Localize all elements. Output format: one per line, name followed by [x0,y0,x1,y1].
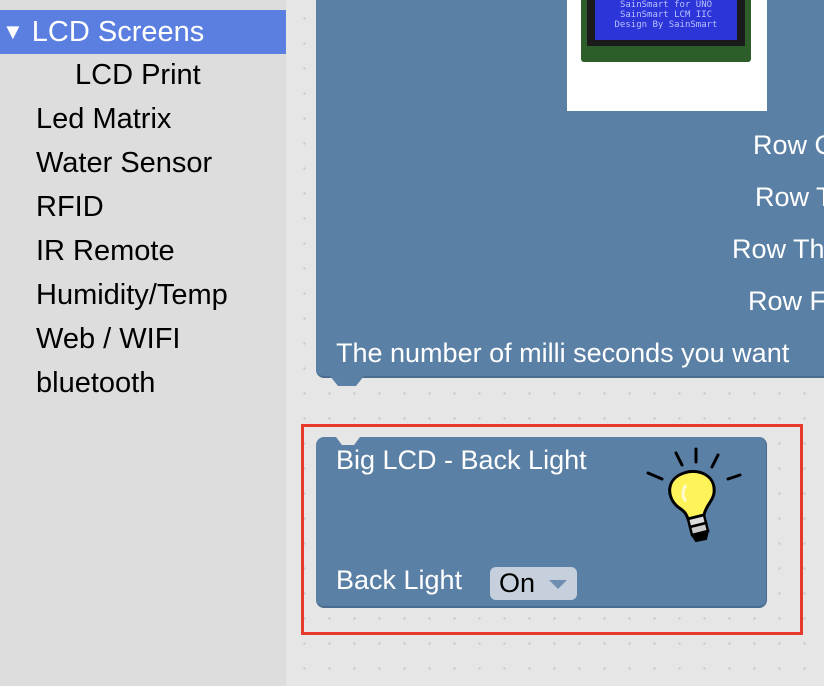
category-web-wifi[interactable]: Web / WIFI [36,317,180,361]
category-label: IR Remote [36,235,175,267]
block-next-connector [330,376,364,386]
dropdown-value: On [499,568,536,598]
category-label: Water Sensor [36,147,213,179]
lcd-module-image: SainSmart for UNO SainSmart LCM IIC Desi… [567,0,767,111]
row-three-label: Row Th [732,234,824,264]
lcd-print-block[interactable]: SainSmart for UNO SainSmart LCM IIC Desi… [316,0,824,378]
row-four-label: Row F [748,286,824,316]
toolbox-sidebar: ▼ LCD Screens LCD Print Led Matrix Water … [0,0,286,686]
chevron-down-icon [549,580,567,589]
lcd-screen-line: Design By SainSmart [614,20,718,30]
row-two-label: Row T [755,182,824,212]
back-light-block[interactable]: Big LCD - Back Light Back Light On [316,437,767,608]
category-humidity-temp[interactable]: Humidity/Temp [36,273,228,317]
lcd-screen: SainSmart for UNO SainSmart LCM IIC Desi… [595,0,737,40]
category-label: Humidity/Temp [36,279,228,311]
category-label: LCD Screens [31,16,205,48]
category-lcd-screens[interactable]: ▼ LCD Screens [0,10,286,54]
lcd-screen-line: SainSmart LCM IIC [619,10,713,20]
category-label: LCD Print [75,59,201,91]
category-bluetooth[interactable]: bluetooth [36,361,155,405]
category-water-sensor[interactable]: Water Sensor [36,141,212,185]
delay-label: The number of milli seconds you want [336,338,790,368]
lcd-screen-line: SainSmart for UNO [619,0,713,10]
row-one-label: Row O [753,130,824,160]
lcd-pcb: SainSmart for UNO SainSmart LCM IIC Desi… [581,0,751,62]
back-light-field-label: Back Light [336,565,463,595]
category-rfid[interactable]: RFID [36,185,104,229]
category-label: RFID [36,191,104,223]
triangle-down-icon[interactable]: ▼ [2,10,24,54]
category-label: bluetooth [36,367,156,399]
lightbulb-icon [646,447,742,543]
category-led-matrix[interactable]: Led Matrix [36,97,171,141]
back-light-dropdown[interactable]: On [490,567,577,600]
block-title: Big LCD - Back Light [336,445,587,475]
lcd-frame: SainSmart for UNO SainSmart LCM IIC Desi… [587,0,745,46]
category-label: Web / WIFI [36,323,181,355]
category-lcd-print[interactable]: LCD Print [75,53,201,97]
category-label: Led Matrix [36,103,172,135]
category-ir-remote[interactable]: IR Remote [36,229,175,273]
blocks-workspace[interactable]: SainSmart for UNO SainSmart LCM IIC Desi… [286,0,824,686]
